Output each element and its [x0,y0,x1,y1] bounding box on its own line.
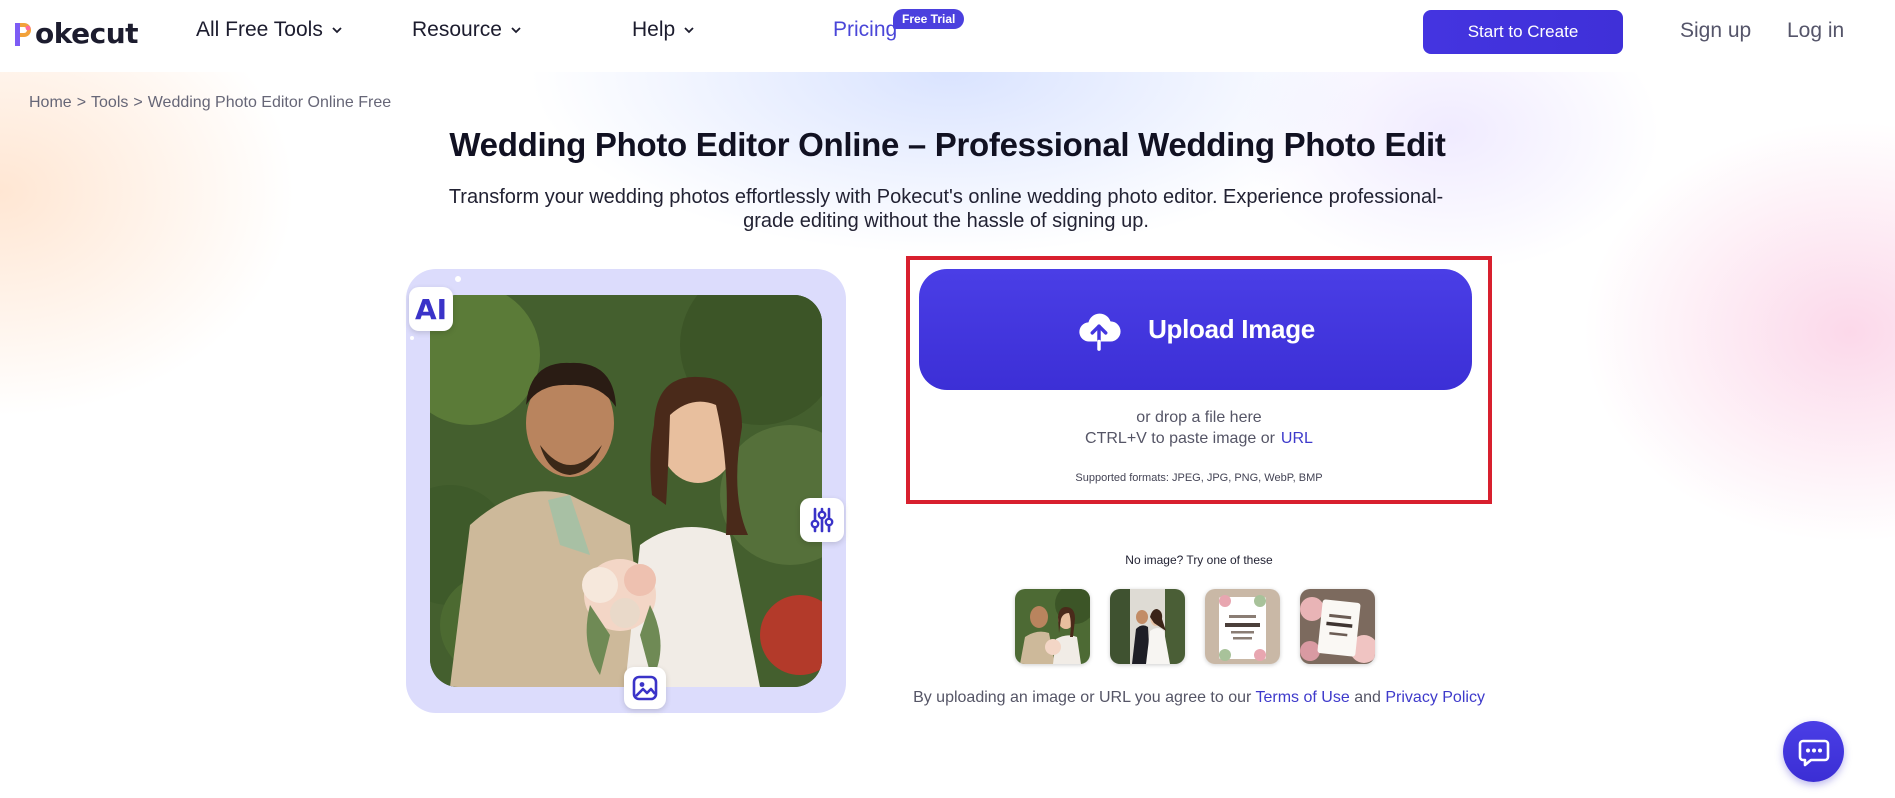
breadcrumb-current: Wedding Photo Editor Online Free [147,94,392,111]
wedding-couple-preview-image [430,295,822,687]
chevron-down-icon [511,27,521,34]
terms-of-use-link[interactable]: Terms of Use [1256,689,1350,706]
sample-images [1015,589,1375,664]
breadcrumb: Home > Tools > Wedding Photo Editor Onli… [29,94,391,112]
sample-image-invitation[interactable] [1205,589,1280,664]
paste-hint: CTRL+V to paste image or URL [906,430,1492,448]
image-icon [624,667,666,709]
url-link[interactable]: URL [1281,430,1313,447]
terms-notice: By uploading an image or URL you agree t… [906,689,1492,707]
chat-bubble-icon [1798,739,1829,766]
sign-up-link[interactable]: Sign up [1680,19,1751,43]
free-trial-badge: Free Trial [893,9,965,29]
terms-prefix: By uploading an image or URL you agree t… [913,689,1252,706]
nav-label: Resource [412,18,502,41]
breadcrumb-tools[interactable]: Tools [91,94,128,112]
nav-label: Pricing [833,18,898,41]
chevron-down-icon [684,27,694,34]
upload-image-label: Upload Image [1148,314,1315,344]
sparkle-decoration [455,276,461,282]
log-in-link[interactable]: Log in [1787,19,1844,43]
breadcrumb-separator: > [76,94,87,111]
ai-badge: AI [409,287,453,331]
sliders-icon [800,498,844,542]
privacy-policy-link[interactable]: Privacy Policy [1385,689,1485,706]
sparkle-decoration [410,336,414,340]
nav-all-free-tools[interactable]: All Free Tools [196,18,343,42]
breadcrumb-home[interactable]: Home [29,94,72,112]
breadcrumb-separator: > [133,94,143,111]
nav-pricing[interactable]: Pricing [833,18,897,42]
sample-image-couple[interactable] [1015,589,1090,664]
page-subtitle: Transform your wedding photos effortless… [448,186,1444,232]
nav-label: All Free Tools [196,18,323,41]
cloud-upload-icon [1079,313,1121,351]
paste-hint-text: CTRL+V to paste image or [1085,430,1275,447]
terms-and: and [1354,689,1381,706]
start-to-create-button[interactable]: Start to Create [1423,10,1623,54]
sample-image-ceremony[interactable] [1110,589,1185,664]
upload-image-button[interactable]: Upload Image [919,269,1472,390]
supported-formats: Supported formats: JPEG, JPG, PNG, WebP,… [1075,472,1323,484]
pokecut-logo[interactable]: okecut [12,16,139,50]
nav-help[interactable]: Help [632,18,695,42]
chat-support-button[interactable] [1783,721,1844,782]
nav-label: Help [632,18,676,41]
chevron-down-icon [332,27,342,34]
top-nav-bar: okecut All Free Tools Resource Help Pric… [0,0,1895,72]
drop-file-hint: or drop a file here [1136,409,1262,426]
page-title: Wedding Photo Editor Online – Profession… [449,126,1446,163]
sample-images-prompt: No image? Try one of these [1125,553,1273,567]
pokecut-logo-mark-icon [12,20,34,46]
sample-image-floral-card[interactable] [1300,589,1375,664]
nav-resource[interactable]: Resource [412,18,522,42]
logo-wordmark: okecut [35,16,139,50]
